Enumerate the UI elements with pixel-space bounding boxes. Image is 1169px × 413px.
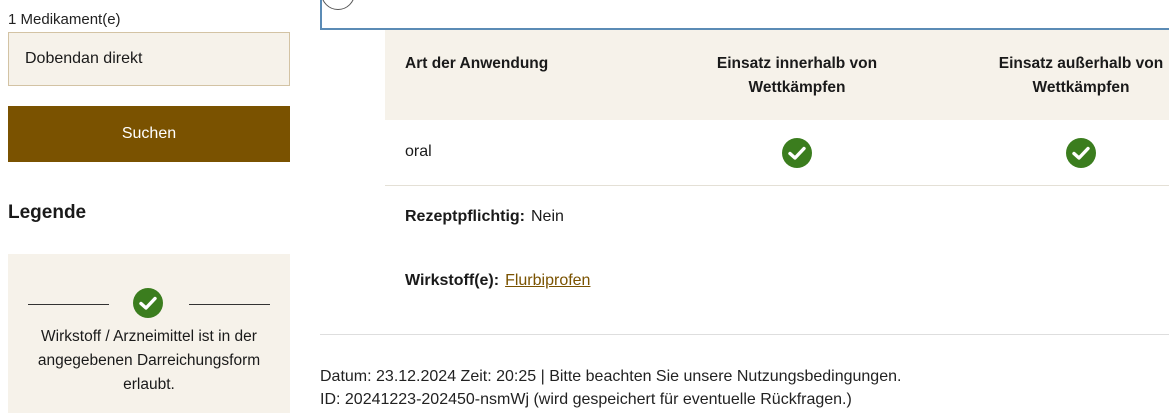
substance-label: Wirkstoff(e): bbox=[405, 272, 500, 289]
table-row: oral bbox=[385, 121, 1169, 186]
footer-id-line: ID: 20241223-202450-nsmWj (wird gespeich… bbox=[320, 391, 852, 408]
footer-divider bbox=[320, 334, 1169, 335]
medication-search-input[interactable] bbox=[8, 32, 290, 86]
check-circle-icon bbox=[781, 137, 813, 169]
footer-date-line: Datum: 23.12.2024 Zeit: 20:25 | Bitte be… bbox=[320, 368, 902, 385]
legend-allowed-text: Wirkstoff / Arzneimittel ist in der ange… bbox=[37, 328, 261, 393]
check-circle-icon bbox=[132, 287, 164, 319]
check-circle-icon bbox=[1065, 137, 1097, 169]
application-cell: oral bbox=[405, 143, 432, 160]
legend-divider-right bbox=[189, 304, 270, 305]
table-header: Art der Anwendung Einsatz innerhalb von … bbox=[385, 30, 1169, 120]
search-button[interactable]: Suchen bbox=[8, 106, 290, 162]
accordion-panel bbox=[320, 0, 1169, 30]
medication-count-label: 1 Medikament(e) bbox=[8, 11, 121, 28]
search-sidebar: 1 Medikament(e) Suchen Legende Wirkstoff… bbox=[0, 0, 300, 413]
column-header-out-of-competition: Einsatz außerhalb von Wettkämpfen bbox=[998, 55, 1164, 96]
legend-title: Legende bbox=[8, 202, 87, 223]
column-header-application: Art der Anwendung bbox=[405, 55, 549, 72]
substance-info: Wirkstoff(e): Flurbiprofen bbox=[405, 272, 590, 290]
prescription-value: Nein bbox=[531, 208, 564, 225]
prescription-label: Rezeptpflichtig: bbox=[405, 208, 525, 225]
column-header-in-competition: Einsatz innerhalb von Wettkämpfen bbox=[716, 55, 878, 96]
prescription-info: Rezeptpflichtig: Nein bbox=[405, 208, 564, 226]
legend-panel: Wirkstoff / Arzneimittel ist in der ange… bbox=[8, 254, 290, 413]
legend-divider-left bbox=[28, 304, 109, 305]
substance-link[interactable]: Flurbiprofen bbox=[505, 272, 590, 289]
